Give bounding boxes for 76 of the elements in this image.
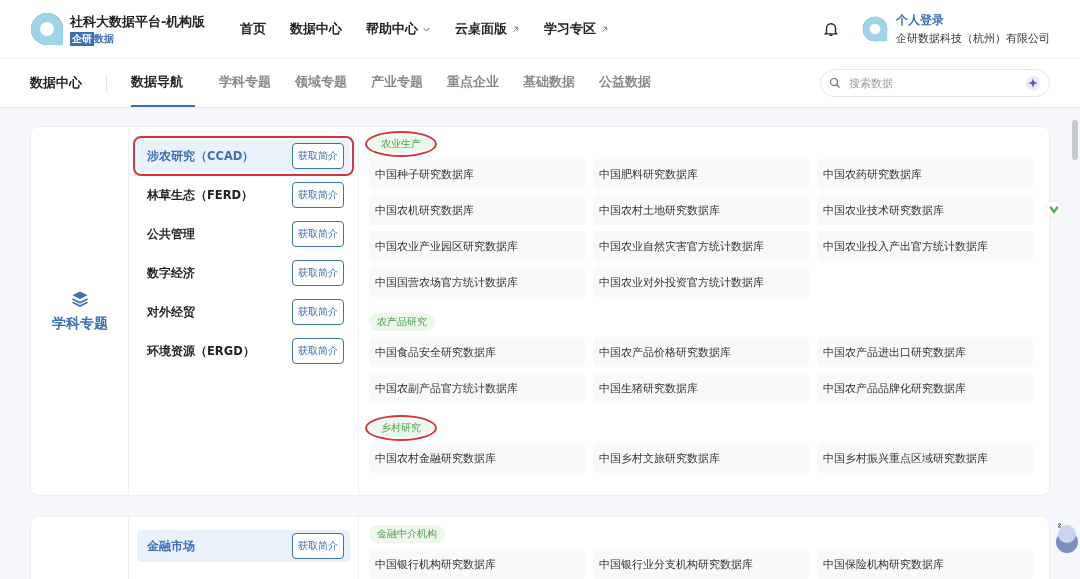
subject-label: 公共管理 [147,226,195,242]
section-title: 数据中心 [30,74,107,92]
nav-link[interactable]: 学习专区 [544,20,609,38]
login-link[interactable]: 个人登录 [896,12,1050,29]
tab[interactable]: 产业专题 [359,59,435,107]
database-link[interactable]: 中国生猪研究数据库 [593,373,809,403]
category-title: 学科专题 [51,315,108,333]
database-link[interactable]: 中国农业产业园区研究数据库 [369,231,585,261]
search-icon [829,77,841,89]
tab[interactable]: 领域专题 [283,59,359,107]
database-link[interactable]: 中国农村金融研究数据库 [369,443,585,473]
database-link[interactable]: 中国农业自然灾害官方统计数据库 [593,231,809,261]
intro-button[interactable]: 获取简介 [292,221,344,247]
subject-item[interactable]: 对外经贸 获取简介 [137,296,350,328]
intro-button[interactable]: 获取简介 [292,143,344,169]
logo-icon [30,12,64,46]
database-link[interactable]: 中国农副产品官方统计数据库 [369,373,585,403]
sparkle-icon[interactable] [1025,75,1041,91]
subject-item[interactable]: 林草生态（FERD） 获取简介 [137,179,350,211]
brand-subtitle: 数据 [94,31,114,46]
intro-button[interactable]: 获取简介 [292,182,344,208]
subject-label: 数字经济 [147,265,195,281]
group-tag: 金融中介机构 [369,525,445,543]
intro-button[interactable]: 获取简介 [292,338,344,364]
database-link[interactable]: 中国农产品品牌化研究数据库 [817,373,1033,403]
subject-label: 涉农研究（CCAD） [147,148,255,164]
database-link[interactable]: 中国保险机构研究数据库 [817,549,1033,579]
bell-icon[interactable] [822,20,840,38]
subject-label: 对外经贸 [147,304,195,320]
check-badge-icon[interactable] [1045,200,1063,218]
scrollbar[interactable] [1072,120,1078,160]
subject-label: 金融市场 [147,538,195,554]
subject-label: 环境资源（ERGD） [147,343,255,359]
subject-label: 林草生态（FERD） [147,187,254,203]
tab[interactable]: 公益数据 [587,59,663,107]
subject-item[interactable]: 环境资源（ERGD） 获取简介 [137,335,350,367]
subject-item[interactable]: 公共管理 获取简介 [137,218,350,250]
subject-item[interactable]: 数字经济 获取简介 [137,257,350,289]
database-link[interactable]: 中国农产品进出口研究数据库 [817,337,1033,367]
database-link[interactable]: 中国肥料研究数据库 [593,159,809,189]
tab[interactable]: 学科专题 [207,59,283,107]
subject-item[interactable]: 金融市场 获取简介 [137,530,350,562]
database-link[interactable]: 中国种子研究数据库 [369,159,585,189]
nav-link[interactable]: 数据中心 [290,20,342,38]
avatar-icon [862,16,888,42]
database-link[interactable]: 中国农药研究数据库 [817,159,1033,189]
database-link[interactable]: 中国食品安全研究数据库 [369,337,585,367]
mascot-icon[interactable] [1054,520,1080,554]
tab[interactable]: 基础数据 [511,59,587,107]
database-link[interactable]: 中国农业对外投资官方统计数据库 [593,267,809,297]
search-field[interactable]: 搜索数据 [847,75,1019,91]
tab[interactable]: 重点企业 [435,59,511,107]
database-link[interactable]: 中国乡村振兴重点区域研究数据库 [817,443,1033,473]
nav-link[interactable]: 帮助中心 [366,20,431,38]
database-link[interactable]: 中国乡村文旅研究数据库 [593,443,809,473]
database-link[interactable]: 中国农机研究数据库 [369,195,585,225]
tab[interactable]: 数据导航 [131,59,195,107]
intro-button[interactable]: 获取简介 [292,260,344,286]
nav-link[interactable]: 云桌面版 [455,20,520,38]
database-link[interactable]: 中国农业技术研究数据库 [817,195,1033,225]
database-link[interactable]: 中国农业投入产出官方统计数据库 [817,231,1033,261]
database-link[interactable]: 中国农产品价格研究数据库 [593,337,809,367]
organization-name: 企研数据科技（杭州）有限公司 [896,32,1050,46]
database-link[interactable]: 中国国营农场官方统计数据库 [369,267,585,297]
arrow-up-right-icon [600,24,609,34]
arrow-up-right-icon [511,24,520,34]
group-tag: 农产品研究 [369,313,435,331]
nav-link[interactable]: 首页 [240,20,266,38]
database-link[interactable]: 中国银行业分支机构研究数据库 [593,549,809,579]
database-link[interactable]: 中国农村土地研究数据库 [593,195,809,225]
intro-button[interactable]: 获取简介 [292,533,344,559]
layers-icon [69,289,90,309]
database-link[interactable]: 中国银行机构研究数据库 [369,549,585,579]
intro-button[interactable]: 获取简介 [292,299,344,325]
brand-badge: 企研 [70,31,94,46]
brand-title: 社科大数据平台-机构版 [70,12,206,31]
